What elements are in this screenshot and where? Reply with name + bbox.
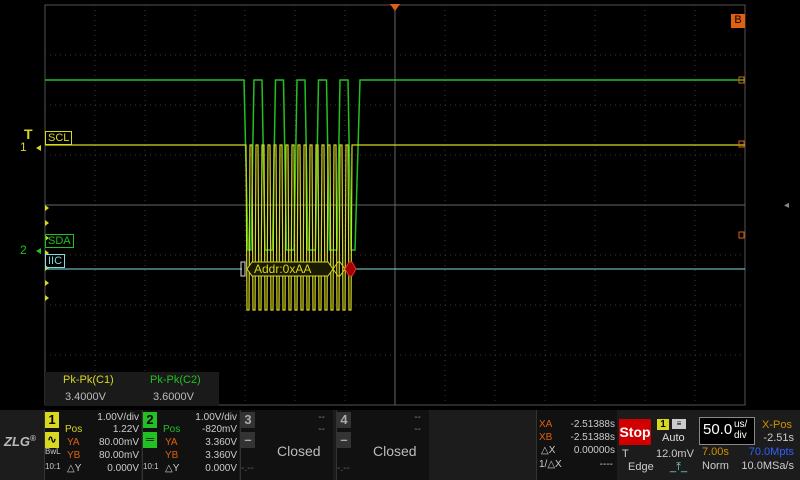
ch1-ya-label: YA (67, 437, 80, 448)
trace-label-sda: SDA (45, 234, 74, 248)
trigger-level-marker[interactable]: T (22, 127, 35, 141)
right-panel-expand-icon[interactable]: ◂ (784, 200, 789, 211)
ch1-dy: 0.000V (107, 463, 139, 474)
trigger-menu-icon[interactable]: ≡ (672, 419, 686, 429)
ch1-bw: BwL (45, 447, 61, 456)
decode-packet-label[interactable]: Addr:0xAA (252, 263, 313, 275)
trigger-source[interactable]: 1 (657, 419, 669, 430)
cursor-panel[interactable]: XA -2.51388s XB -2.51388s △X 0.00000s 1/… (536, 410, 617, 480)
ch2-ya-label: YA (165, 437, 178, 448)
ch2-coupling-icon: ═ (143, 432, 157, 448)
ch1-coupling-icon: ∿ (45, 432, 59, 448)
ch4-dashes-2: -- (414, 424, 421, 435)
timebase-value[interactable]: 50.0 (703, 421, 732, 438)
ch1-pos[interactable]: 1.22V (113, 424, 139, 435)
zoom-b-marker[interactable]: B (731, 14, 745, 28)
ch1-panel[interactable]: 1 ∿ BwL 10:1 1.00V/div Pos 1.22V YA 80.0… (44, 410, 141, 480)
ch2-dy: 0.000V (205, 463, 237, 474)
ch2-number[interactable]: 2 (143, 412, 157, 428)
trace-label-scl: SCL (45, 131, 73, 145)
acq-mode[interactable]: Norm (702, 460, 729, 472)
ch1-edge-tick (45, 280, 49, 286)
timebase-position-marker[interactable] (390, 4, 400, 11)
ch1-probe: 10:1 (45, 462, 61, 471)
ch4-panel[interactable]: 4 – -- -- Closed -.-- (336, 410, 429, 480)
iic-ack-packet (344, 261, 357, 277)
waveform-display[interactable] (0, 0, 800, 410)
cursor-inv: ---- (599, 459, 613, 470)
ch1-yb: 80.00mV (98, 450, 139, 461)
ch3-number[interactable]: 3 (241, 412, 255, 428)
cursor-xb-label: XB (539, 432, 553, 443)
ch3-panel[interactable]: 3 – -- -- Closed -.-- (240, 410, 333, 480)
trigger-mode[interactable]: Auto (662, 432, 685, 444)
ch2-dy-label: △Y (165, 463, 180, 474)
sda-right-marker (738, 231, 745, 239)
ch2-yb: 3.360V (205, 450, 237, 461)
waveforms (36, 76, 745, 311)
ch4-status[interactable]: Closed (373, 443, 417, 459)
ch2-ya: 3.360V (205, 437, 237, 448)
ch2-pos[interactable]: -820mV (202, 424, 237, 435)
rising-edge-icon: _⤒_ (670, 461, 688, 473)
zlg-logo: ZLG® (4, 434, 36, 449)
xpos-value[interactable]: -2.51s (763, 432, 794, 444)
ch3-status[interactable]: Closed (277, 443, 321, 459)
ch2-panel[interactable]: 2 ═ 10:1 1.00V/div Pos -820mV YA 3.360V … (142, 410, 239, 480)
ch2-probe: 10:1 (143, 462, 159, 471)
run-stop-button[interactable]: Stop (619, 419, 651, 445)
trigger-t-label: T (622, 448, 629, 460)
meas-header-c1: Pk-Pk(C1) (63, 374, 114, 386)
timebase-unit-bottom: div (734, 430, 747, 441)
ch1-right-marker (738, 140, 745, 148)
ch2-offset-marker[interactable]: 2 (18, 244, 29, 256)
ch2-pos-label: Pos (163, 424, 181, 435)
ch1-dy-label: △Y (67, 463, 82, 474)
ch3-dashes-3: -.-- (241, 463, 254, 474)
meas-header-c2: Pk-Pk(C2) (150, 374, 201, 386)
ch1-number[interactable]: 1 (45, 412, 59, 428)
sample-rate: 10.0MSa/s (741, 460, 794, 472)
cursor-dx: 0.00000s (573, 445, 615, 456)
ch4-coupling-icon: – (337, 432, 351, 448)
trace-label-iic: IIC (45, 254, 66, 268)
timebase-panel[interactable]: 50.0 us/ div X-Pos -2.51s 7.00s 70.0Mpts… (698, 410, 798, 480)
ch1-edge-tick (45, 220, 49, 226)
ch1-yb-label: YB (67, 450, 81, 461)
ch1-edge-tick (45, 205, 49, 211)
ch1-marker-arrow (36, 145, 41, 151)
brand-logo-text: ZLG (4, 434, 30, 449)
cursor-dx-label: △X (541, 445, 556, 456)
ch2-marker-arrow (36, 248, 41, 254)
ch3-coupling-icon: – (241, 432, 255, 448)
memory-depth: 70.0Mpts (748, 446, 794, 458)
ch1-vdiv[interactable]: 1.00V/div (97, 412, 139, 423)
cursor-xa: -2.51388s (570, 419, 615, 430)
ch4-dashes-3: -.-- (337, 463, 350, 474)
cursor-xa-label: XA (539, 419, 553, 430)
ch4-dashes: -- (414, 412, 421, 423)
ch1-offset-marker[interactable]: 1 (18, 141, 29, 153)
trigger-type[interactable]: Edge (628, 461, 654, 473)
meas-value-c2: 3.6000V (153, 391, 194, 403)
cursor-inv-label: 1/△X (539, 459, 562, 470)
ch1-pos-label: Pos (65, 424, 83, 435)
measurement-panel: Pk-Pk(C1) Pk-Pk(C2) 3.4000V 3.6000V (45, 372, 219, 406)
ch2-vdiv[interactable]: 1.00V/div (195, 412, 237, 423)
bottom-status-bar: ZLG® 1 ∿ BwL 10:1 1.00V/div Pos 1.22V YA… (0, 410, 800, 480)
trigger-level[interactable]: 12.0mV (656, 448, 694, 460)
ch2-yb-label: YB (165, 450, 179, 461)
ch1-edge-tick (45, 295, 49, 301)
ch4-number[interactable]: 4 (337, 412, 351, 428)
ch3-dashes: -- (318, 412, 325, 423)
cursor-xb: -2.51388s (570, 432, 615, 443)
graticule-grid (44, 4, 746, 406)
meas-value-c1: 3.4000V (65, 391, 106, 403)
xpos-label: X-Pos (762, 419, 792, 431)
ch3-dashes-2: -- (318, 424, 325, 435)
acq-time: 7.00s (702, 446, 729, 458)
ch1-ya: 80.00mV (98, 437, 139, 448)
timebase-unit-top: us/ (734, 419, 748, 430)
